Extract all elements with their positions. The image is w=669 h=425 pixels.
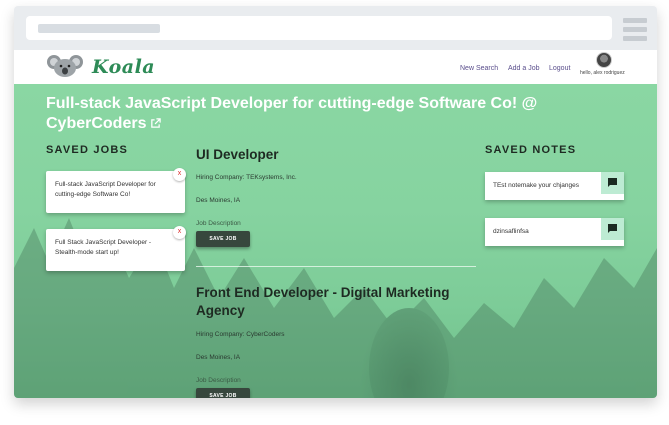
koala-logo-icon[interactable] [46, 54, 84, 78]
external-link-icon[interactable] [150, 118, 162, 129]
saved-job-card[interactable]: Full Stack JavaScript Developer - Stealt… [46, 226, 186, 271]
browser-window: Koala New Search Add a Job Logout hello,… [14, 6, 657, 398]
divider [196, 266, 476, 267]
saved-notes-heading: SAVED NOTES [485, 144, 577, 156]
saved-job-label: Full Stack JavaScript Developer - Stealt… [55, 239, 152, 256]
note-comment-button[interactable] [601, 218, 624, 240]
user-greeting: hello, alex rodriguez [580, 70, 625, 76]
nav-new-search[interactable]: New Search [460, 65, 498, 72]
saved-job-label: Full-stack JavaScript Developer for cutt… [55, 181, 156, 198]
saved-jobs-heading: SAVED JOBS [46, 144, 129, 156]
nav-logout[interactable]: Logout [549, 65, 570, 72]
job-title[interactable]: Front End Developer - Digital Marketing … [196, 284, 486, 320]
save-job-button[interactable]: SAVE JOB [196, 388, 250, 398]
saved-job-card[interactable]: Full-stack JavaScript Developer for cutt… [46, 168, 186, 213]
hiring-company: Hiring Company: CyberCoders [196, 331, 285, 338]
job-title[interactable]: UI Developer [196, 146, 486, 164]
note-text: TEst notemake your chjanges [493, 182, 579, 189]
job-location: Des Moines, IA [196, 197, 241, 204]
save-job-button[interactable]: SAVE JOB [196, 231, 250, 247]
navbar: Koala New Search Add a Job Logout hello,… [14, 50, 657, 84]
note-comment-button[interactable] [601, 172, 624, 194]
hamburger-menu-icon[interactable] [623, 18, 647, 45]
comment-icon [608, 224, 617, 233]
note-card[interactable]: dzinsaflinfsa [485, 218, 624, 246]
close-icon[interactable]: x [173, 226, 186, 239]
avatar[interactable] [596, 52, 612, 68]
job-description-link[interactable]: Job Description [196, 377, 241, 384]
address-bar[interactable] [26, 16, 612, 40]
url-placeholder [38, 24, 160, 33]
page-title: Full-stack JavaScript Developer for cutt… [46, 95, 538, 132]
brand-name[interactable]: Koala [92, 56, 155, 78]
close-icon[interactable]: x [173, 168, 186, 181]
hiring-company: Hiring Company: TEKsystems, Inc. [196, 174, 297, 181]
job-description-link[interactable]: Job Description [196, 220, 241, 227]
note-card[interactable]: TEst notemake your chjanges [485, 172, 624, 200]
nav-add-job[interactable]: Add a Job [508, 65, 540, 72]
comment-icon [608, 178, 617, 187]
main-content: Full-stack JavaScript Developer for cutt… [14, 84, 657, 398]
note-text: dzinsaflinfsa [493, 228, 529, 235]
job-location: Des Moines, IA [196, 354, 241, 361]
